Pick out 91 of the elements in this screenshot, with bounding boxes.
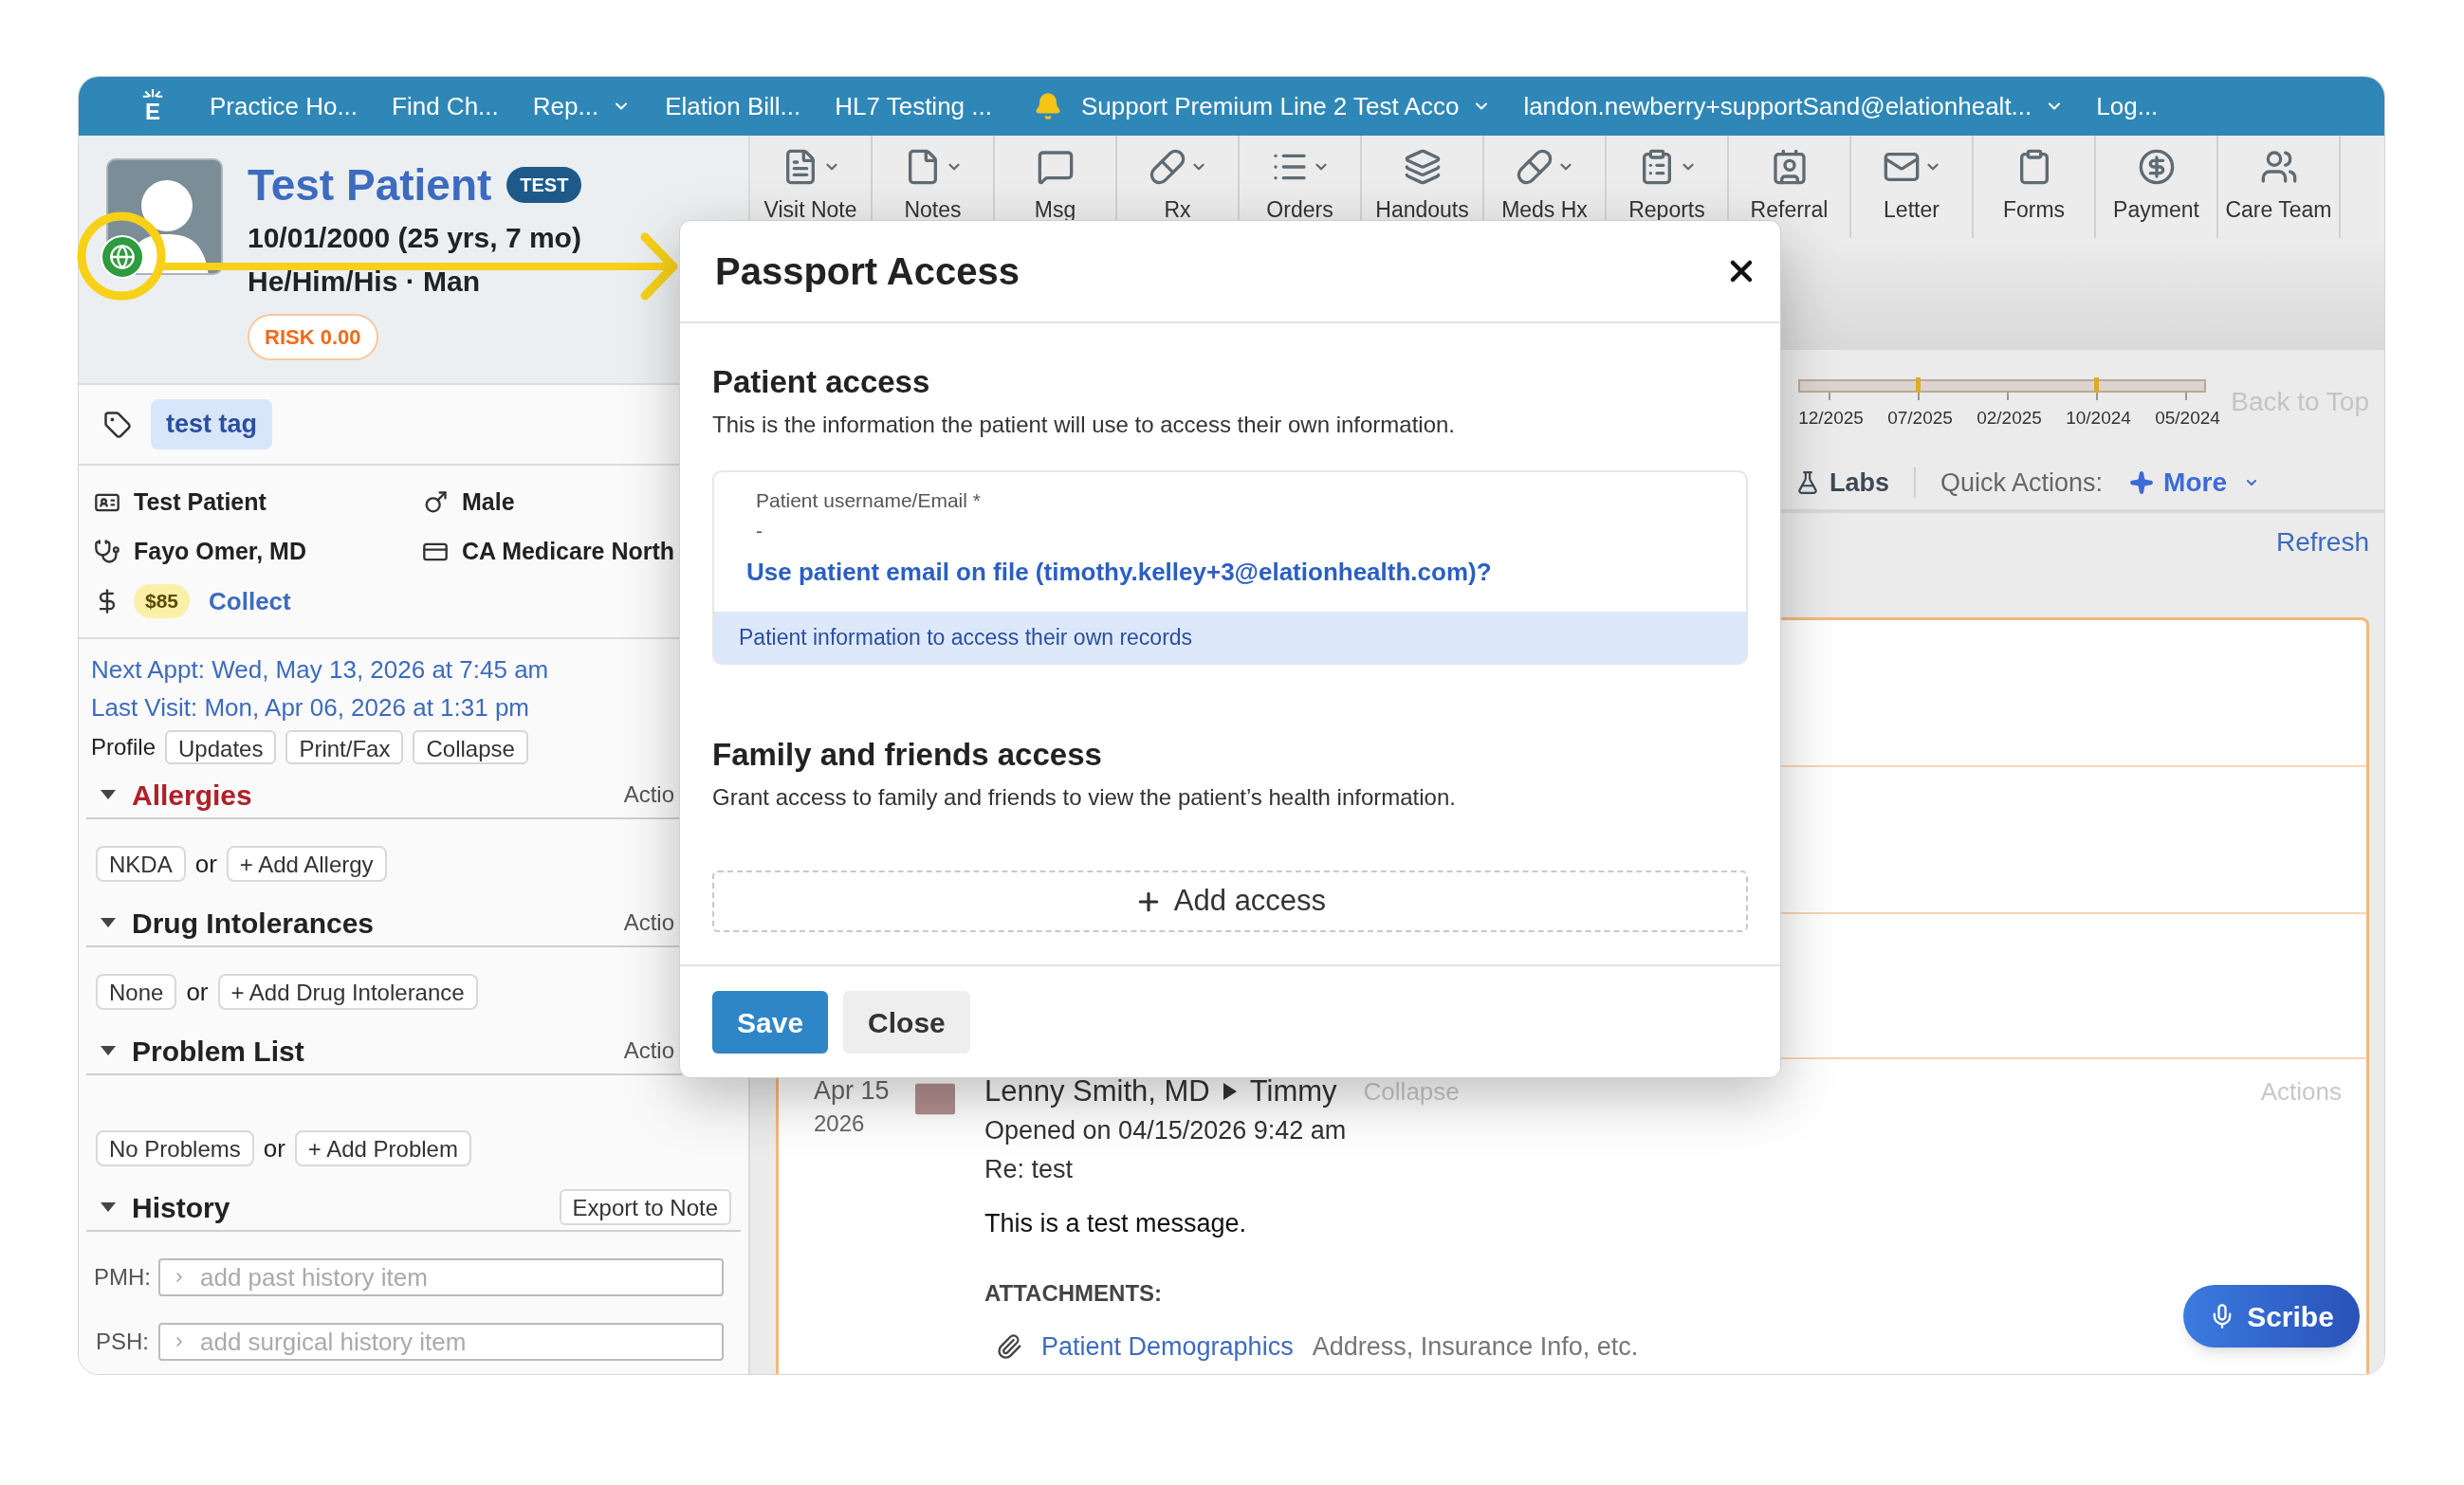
labs-button[interactable]: Labs: [1795, 463, 1890, 503]
refresh-link[interactable]: Refresh: [2275, 522, 2369, 560]
tag-icon: [103, 410, 132, 439]
risk-badge: RISK 0.00: [248, 314, 378, 360]
info-text: CA Medicare North: [462, 537, 675, 567]
nav-link[interactable]: landon.newberry+supportSand@elationhealt...: [1523, 87, 2065, 125]
add-button[interactable]: + Add Drug Intolerance: [217, 974, 478, 1010]
section-heading: Patient access: [712, 363, 931, 401]
attachment-link[interactable]: Patient Demographics: [1041, 1328, 1294, 1366]
opened-date: Opened on 04/15/2026 9:42 am: [984, 1115, 1348, 1146]
add-button[interactable]: + Add Problem: [294, 1130, 471, 1166]
profile-button[interactable]: Updates: [165, 730, 277, 764]
field-label: PSH:: [95, 1328, 149, 1356]
profile-button[interactable]: Print/Fax: [285, 730, 404, 764]
message-body: This is a test message.: [984, 1208, 1248, 1239]
actions-link[interactable]: Actio: [623, 906, 674, 940]
message-subject: Re: test: [984, 1154, 1075, 1185]
dollar-icon: [2137, 147, 2176, 186]
caret-icon[interactable]: [100, 1045, 117, 1056]
caret-icon[interactable]: [100, 1201, 117, 1213]
profile-button[interactable]: Collapse: [413, 730, 528, 764]
or-text: or: [186, 976, 209, 1008]
dialog-title: Passport Access: [715, 249, 1020, 294]
info-text: Male: [462, 487, 515, 518]
actions-link[interactable]: Actio: [623, 1034, 674, 1068]
caret-icon[interactable]: [100, 789, 117, 800]
section-title: History: [132, 1190, 230, 1225]
stethoscope-icon: [94, 539, 120, 565]
message-recipient: Timmy: [1249, 1072, 1337, 1109]
save-button[interactable]: Save: [712, 991, 829, 1054]
section-description: Grant access to family and friends to view the patient’s health information.: [712, 783, 1457, 812]
scribe-button[interactable]: Scribe: [2183, 1285, 2360, 1348]
close-button[interactable]: Close: [843, 991, 970, 1054]
balance-badge: $85: [134, 584, 191, 618]
arrow-right-icon: [1223, 1083, 1237, 1100]
layers-icon: [1403, 147, 1442, 186]
history-field[interactable]: add surgical history item: [158, 1323, 724, 1361]
field-label: PMH:: [94, 1263, 149, 1292]
nav-link[interactable]: Elation Bill...: [665, 87, 801, 125]
message-date: Apr 15: [814, 1075, 891, 1107]
section-heading: Family and friends access: [712, 736, 1103, 774]
date-of-birth: 10/01/2000 (25 yrs, 7 mo): [248, 221, 582, 255]
nav-link[interactable]: HL7 Testing ...: [835, 87, 992, 125]
flask-icon: [1795, 470, 1820, 495]
timeline-label: 05/2024: [2155, 407, 2218, 430]
sparkle-icon: [2129, 470, 2155, 495]
nav-link[interactable]: Find Ch...: [392, 87, 499, 125]
option-button[interactable]: NKDA: [96, 846, 186, 882]
collect-link[interactable]: Collect: [209, 582, 291, 620]
nav-link[interactable]: Rep...: [532, 87, 632, 125]
pill-icon: [1515, 147, 1554, 186]
add-button[interactable]: + Add Allergy: [226, 846, 387, 882]
option-button[interactable]: None: [96, 974, 177, 1010]
history-field[interactable]: add past history item: [158, 1258, 724, 1296]
or-text: or: [263, 1132, 285, 1164]
caret-icon[interactable]: [100, 917, 117, 928]
actions-link[interactable]: Actio: [623, 778, 674, 812]
info-text: Fayo Omer, MD: [134, 537, 306, 567]
paperclip-icon: [996, 1333, 1022, 1361]
attachments-label: ATTACHMENTS:: [984, 1279, 1164, 1308]
section-title: Allergies: [132, 778, 252, 813]
test-badge: TEST: [506, 167, 582, 203]
hint-text: Patient information to access their own records: [739, 623, 1193, 651]
message-year: 2026: [814, 1109, 866, 1138]
section-title: Drug Intolerances: [132, 906, 375, 941]
globe-badge[interactable]: [101, 235, 144, 279]
more-button[interactable]: More: [2129, 463, 2259, 503]
attachment-description: Address, Insurance Info, etc.: [1312, 1331, 1639, 1363]
timeline-label: 07/2025: [1887, 407, 1951, 430]
tag[interactable]: test tag: [151, 399, 273, 449]
nav-link[interactable]: Support Premium Line 2 Test Acco: [1080, 87, 1492, 125]
section-description: This is the information the patient will use to access their own information.: [712, 411, 1457, 439]
nav-link[interactable]: Log...: [2096, 87, 2159, 125]
option-button[interactable]: No Problems: [96, 1130, 254, 1166]
pill-icon: [1148, 147, 1186, 186]
use-email-link[interactable]: Use patient email on file (timothy.kelley+3@elationhealth.com)?: [746, 554, 1492, 591]
nav-link[interactable]: Practice Ho...: [210, 87, 359, 125]
info-text: Test Patient: [134, 487, 267, 518]
add-access-button[interactable]: Add access: [712, 871, 1748, 932]
pronouns: He/Him/His · Man: [248, 265, 482, 299]
section-title: Problem List: [132, 1034, 304, 1069]
timeline-label: 10/2024: [2066, 407, 2129, 430]
message-sender: Lenny Smith, MD: [984, 1072, 1210, 1109]
patient-name: Test Patient: [248, 163, 492, 207]
or-text: or: [194, 848, 217, 880]
export-button[interactable]: Export to Note: [559, 1189, 731, 1225]
timeline-label: 02/2025: [1977, 407, 2040, 430]
timeline-label: 12/2025: [1798, 407, 1862, 430]
username-field[interactable]: Patient username/Email * -: [714, 472, 1746, 542]
profile-label: Profile: [91, 733, 156, 761]
quick-actions-label: Quick Actions:: [1940, 467, 2104, 499]
